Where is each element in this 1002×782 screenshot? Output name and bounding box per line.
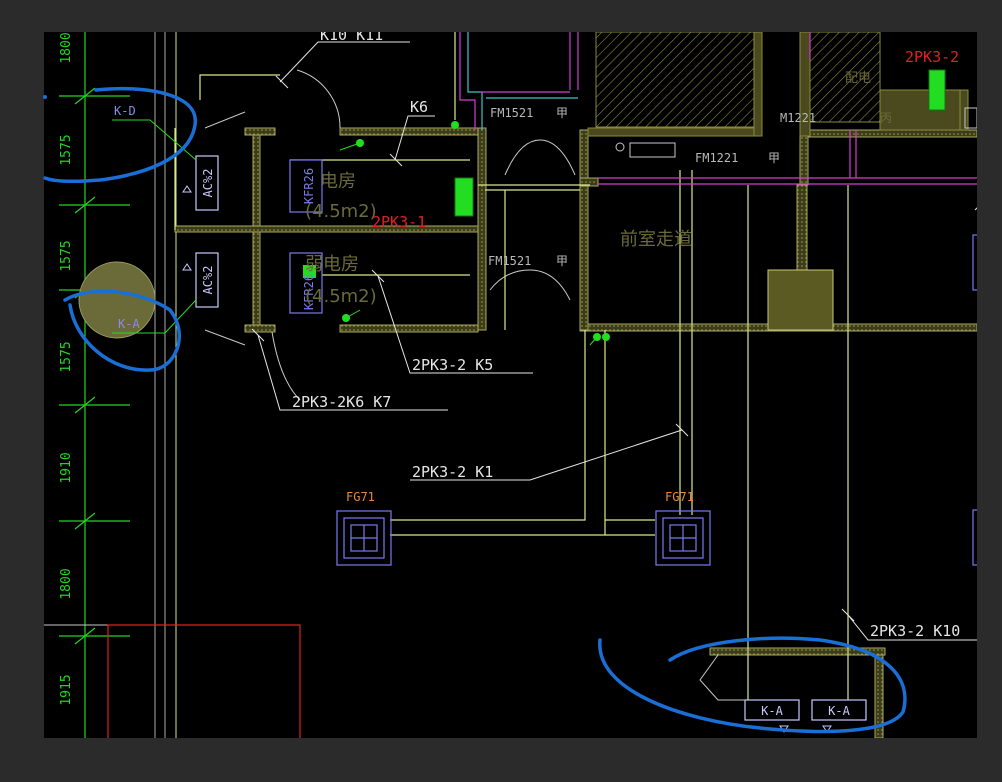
green-riser-right [928,69,946,111]
round-column [78,261,156,339]
label-k-a-left: K-A [118,317,140,331]
ac-label-top: AC%2 [201,169,215,198]
kfr-label-top: KFR26 [302,168,316,204]
dim-3: 1575 [59,240,74,271]
room-top-right: 配电 [845,71,871,86]
door-fm1221-grade: 甲 [768,151,780,165]
dim-1: 1800 [59,32,74,63]
ka-bottom-label-2: K-A [828,704,850,718]
dim-7: 1915 [59,674,74,705]
label-2pk3-2-k1: 2PK3-2 K1 [412,463,493,481]
drawing-canvas [44,32,977,738]
ka-bottom-label-1: K-A [761,704,783,718]
door-fm1521-mid-grade: 甲 [556,254,568,268]
room-top-name: 电房 [320,171,356,192]
dim-6: 1800 [59,568,74,599]
room-mid-area: (4.5m2) [305,286,377,307]
door-fm1521-mid: FM1521 [488,254,531,268]
room-top-area: (4.5m2) [305,201,377,222]
dim-5: 1910 [59,452,74,483]
door-fm1521-top-grade: 甲 [556,106,568,120]
ac-label-mid: AC%2 [201,266,215,295]
dim-2: 1575 [59,134,74,165]
label-k-d: K-D [114,104,136,118]
green-riser-left [454,177,474,217]
label-2pk3-1: 2PK3-1 [372,213,426,231]
label-fg71-right: FG71 [665,490,694,504]
label-k6: K6 [410,98,428,116]
label-2pk3-2-k5: 2PK3-2 K5 [412,356,493,374]
ac-unit-mid: AC%2 [195,252,219,308]
label-2pk3-2k6-k7: 2PK3-2K6 K7 [292,393,391,411]
column-block [767,269,834,331]
room-corridor: 前室走道 [620,229,692,250]
door-fm1221: FM1221 [695,151,738,165]
room-mid-name: 弱电房 [305,254,359,275]
label-fg71-left: FG71 [346,490,375,504]
door-m1221: M1221 [780,111,816,125]
ac-unit-top: AC%2 [195,155,219,211]
dim-4: 1575 [59,341,74,372]
label-2pk3-2-top-right: 2PK3-2 [905,48,959,66]
cad-drawing: AC%2 AC%2 KFR26 KFR26 K-A K-A 1800 1575 … [0,0,1002,782]
door-fm1521-top: FM1521 [490,106,533,120]
label-2pk3-2-k10: 2PK3-2 K10 [870,622,960,640]
room-top-right-b: 丙 [880,111,892,125]
